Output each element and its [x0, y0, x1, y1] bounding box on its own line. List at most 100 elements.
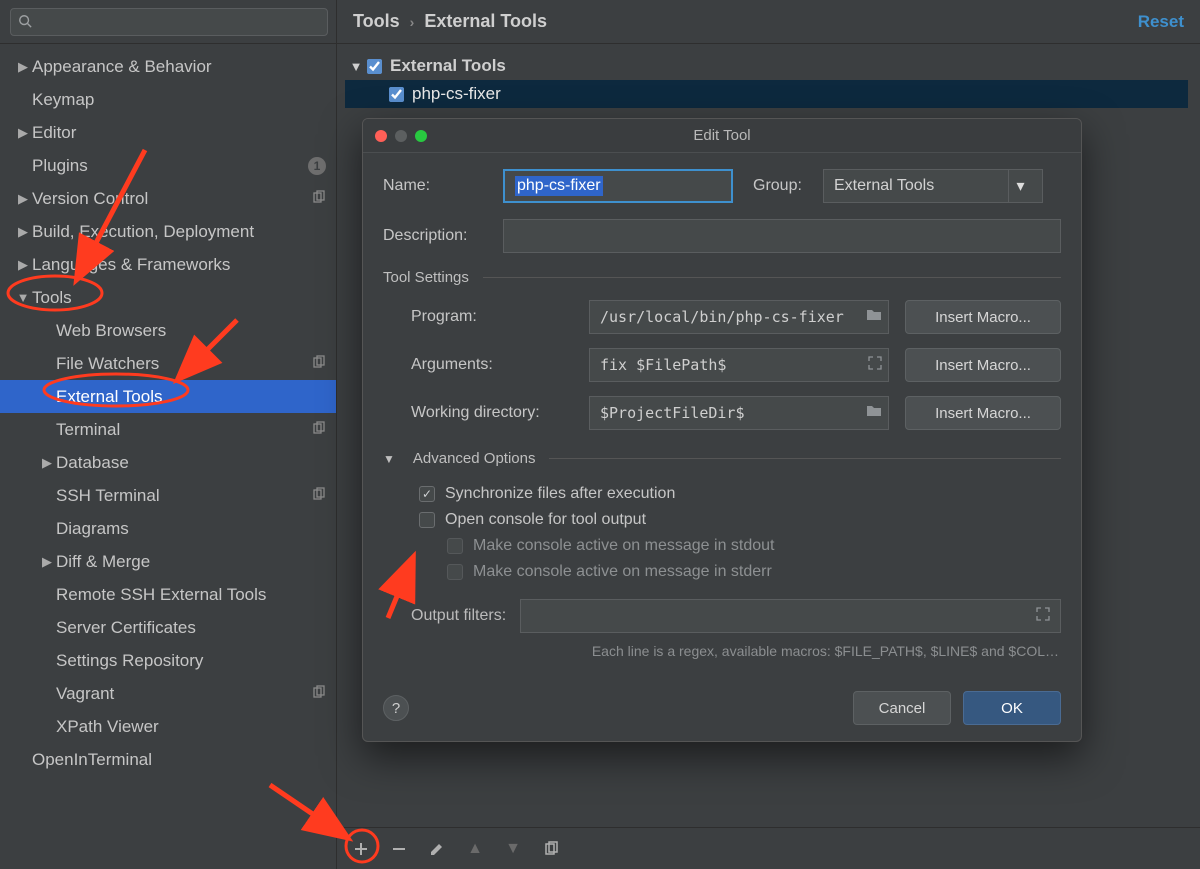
- move-down-button[interactable]: ▼: [503, 839, 523, 859]
- sidebar-item[interactable]: Terminal: [0, 413, 336, 446]
- sidebar-item-label: Languages & Frameworks: [32, 255, 326, 275]
- sidebar-item[interactable]: ▶Build, Execution, Deployment: [0, 215, 336, 248]
- caret-right-icon[interactable]: ▶: [38, 455, 56, 471]
- cancel-button[interactable]: Cancel: [853, 691, 951, 725]
- sidebar-item-label: Server Certificates: [56, 618, 326, 638]
- sidebar-item[interactable]: ▶Languages & Frameworks: [0, 248, 336, 281]
- stdout-checkbox: [447, 538, 463, 554]
- caret-right-icon[interactable]: ▶: [14, 125, 32, 141]
- sidebar-item[interactable]: SSH Terminal: [0, 479, 336, 512]
- insert-macro-program-button[interactable]: Insert Macro...: [905, 300, 1061, 334]
- breadcrumb-root[interactable]: Tools: [353, 11, 400, 32]
- copy-button[interactable]: [541, 839, 561, 859]
- dialog-title: Edit Tool: [363, 127, 1081, 144]
- settings-sidebar: ▶Appearance & BehaviorKeymap▶EditorPlugi…: [0, 0, 337, 869]
- sync-files-checkbox[interactable]: [419, 486, 435, 502]
- scope-icon: [312, 189, 326, 209]
- sidebar-item-label: Vagrant: [56, 684, 312, 704]
- program-input[interactable]: /usr/local/bin/php-cs-fixer: [589, 300, 889, 334]
- remove-button[interactable]: [389, 839, 409, 859]
- section-divider: [483, 277, 1061, 278]
- scope-icon: [312, 420, 326, 440]
- caret-right-icon[interactable]: ▶: [14, 224, 32, 240]
- tool-item-label: php-cs-fixer: [412, 84, 501, 104]
- sidebar-item[interactable]: ▶Database: [0, 446, 336, 479]
- description-input[interactable]: [503, 219, 1061, 253]
- move-up-button[interactable]: ▲: [465, 839, 485, 859]
- sidebar-item[interactable]: Settings Repository: [0, 644, 336, 677]
- sidebar-item[interactable]: Diagrams: [0, 512, 336, 545]
- caret-down-icon[interactable]: ▼: [383, 452, 395, 466]
- sidebar-item-label: Editor: [32, 123, 326, 143]
- sidebar-search-wrap: [0, 0, 336, 44]
- help-button[interactable]: ?: [383, 695, 409, 721]
- sidebar-item[interactable]: Plugins1: [0, 149, 336, 182]
- description-label: Description:: [383, 227, 503, 245]
- chevron-right-icon: ›: [410, 14, 415, 30]
- caret-down-icon[interactable]: ▼: [14, 290, 32, 305]
- folder-icon[interactable]: [866, 308, 882, 326]
- sidebar-item[interactable]: Server Certificates: [0, 611, 336, 644]
- reset-link[interactable]: Reset: [1138, 12, 1184, 32]
- sidebar-item[interactable]: Web Browsers: [0, 314, 336, 347]
- scope-icon: [312, 486, 326, 506]
- group-checkbox[interactable]: [367, 59, 382, 74]
- name-label: Name:: [383, 177, 503, 195]
- sidebar-item[interactable]: ▶Editor: [0, 116, 336, 149]
- group-combobox[interactable]: External Tools ▾: [823, 169, 1043, 203]
- sidebar-item[interactable]: ▶Appearance & Behavior: [0, 50, 336, 83]
- name-input[interactable]: php-cs-fixer: [503, 169, 733, 203]
- arguments-label: Arguments:: [383, 356, 573, 374]
- sidebar-item-label: Diff & Merge: [56, 552, 326, 572]
- sidebar-item-label: File Watchers: [56, 354, 312, 374]
- insert-macro-arguments-button[interactable]: Insert Macro...: [905, 348, 1061, 382]
- count-badge: 1: [308, 157, 326, 175]
- group-label: External Tools: [390, 56, 506, 76]
- breadcrumb-leaf: External Tools: [424, 11, 547, 32]
- sidebar-item-label: Tools: [32, 288, 326, 308]
- sidebar-item[interactable]: Vagrant: [0, 677, 336, 710]
- tool-settings-title: Tool Settings: [383, 269, 469, 286]
- caret-right-icon[interactable]: ▶: [14, 257, 32, 273]
- edit-tool-dialog: Edit Tool Name: php-cs-fixer Group: Exte…: [362, 118, 1082, 742]
- caret-right-icon[interactable]: ▶: [14, 59, 32, 75]
- sidebar-item[interactable]: Keymap: [0, 83, 336, 116]
- sidebar-item-label: Build, Execution, Deployment: [32, 222, 326, 242]
- sidebar-item[interactable]: XPath Viewer: [0, 710, 336, 743]
- folder-icon[interactable]: [866, 404, 882, 422]
- sidebar-item[interactable]: ▼Tools: [0, 281, 336, 314]
- sidebar-item[interactable]: OpenInTerminal: [0, 743, 336, 776]
- sidebar-item-label: External Tools: [56, 387, 326, 407]
- expand-icon[interactable]: [1036, 607, 1050, 626]
- group-label: Group:: [753, 177, 823, 195]
- tool-checkbox[interactable]: [389, 87, 404, 102]
- scope-icon: [312, 354, 326, 374]
- arguments-input[interactable]: fix $FilePath$: [589, 348, 889, 382]
- ok-button[interactable]: OK: [963, 691, 1061, 725]
- breadcrumb: Tools › External Tools Reset: [337, 0, 1200, 44]
- workdir-input[interactable]: $ProjectFileDir$: [589, 396, 889, 430]
- sidebar-item[interactable]: File Watchers: [0, 347, 336, 380]
- section-divider: [549, 458, 1061, 459]
- sidebar-item[interactable]: ▶Diff & Merge: [0, 545, 336, 578]
- open-console-checkbox[interactable]: [419, 512, 435, 528]
- sidebar-item-label: Terminal: [56, 420, 312, 440]
- caret-right-icon[interactable]: ▶: [14, 191, 32, 207]
- caret-right-icon[interactable]: ▶: [38, 554, 56, 570]
- add-button[interactable]: [351, 839, 371, 859]
- external-tool-item-row[interactable]: php-cs-fixer: [345, 80, 1188, 108]
- output-filters-input[interactable]: [520, 599, 1061, 633]
- sidebar-item-label: Settings Repository: [56, 651, 326, 671]
- edit-button[interactable]: [427, 839, 447, 859]
- stderr-label: Make console active on message in stderr: [473, 563, 772, 581]
- external-tools-group-row[interactable]: ▼ External Tools: [345, 52, 1188, 80]
- sidebar-search-input[interactable]: [10, 8, 328, 36]
- insert-macro-workdir-button[interactable]: Insert Macro...: [905, 396, 1061, 430]
- dropdown-icon: ▾: [1008, 170, 1032, 202]
- sidebar-item[interactable]: External Tools: [0, 380, 336, 413]
- sidebar-item-label: XPath Viewer: [56, 717, 326, 737]
- sidebar-item[interactable]: Remote SSH External Tools: [0, 578, 336, 611]
- group-value: External Tools: [834, 177, 934, 195]
- sidebar-item[interactable]: ▶Version Control: [0, 182, 336, 215]
- expand-icon[interactable]: [868, 356, 882, 374]
